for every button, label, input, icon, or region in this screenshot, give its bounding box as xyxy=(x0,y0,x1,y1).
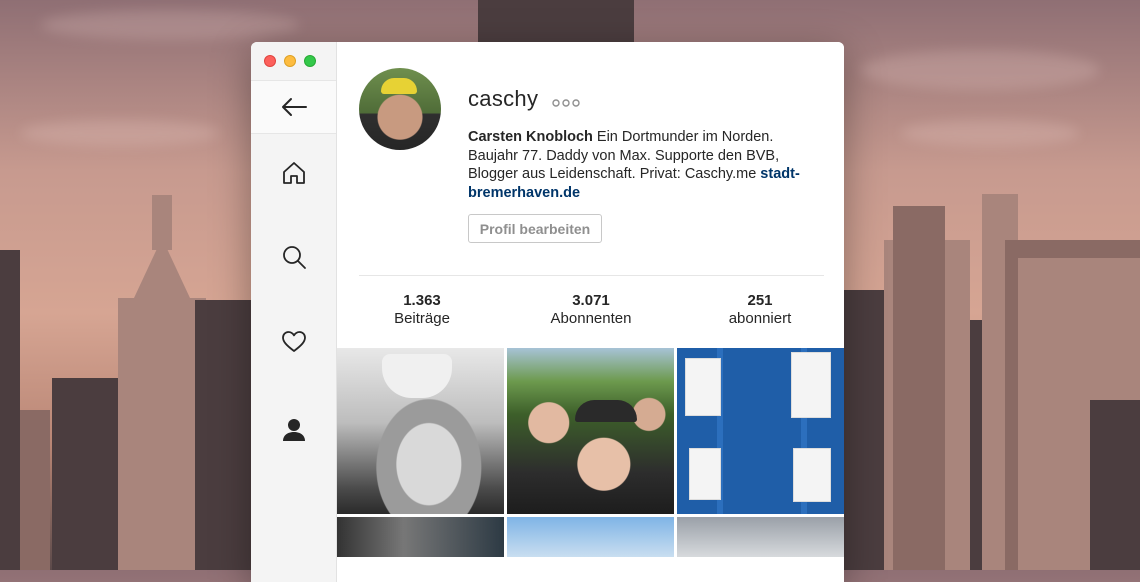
more-options-button[interactable] xyxy=(552,94,580,112)
stat-following-label: abonniert xyxy=(728,310,792,327)
stat-followers[interactable]: 3.071 Abonnenten xyxy=(516,292,666,328)
photo-detail xyxy=(382,354,452,398)
profile-bio: Carsten Knobloch Ein Dortmunder im Norde… xyxy=(468,128,813,202)
nav-activity[interactable] xyxy=(251,330,336,354)
stat-posts-number: 1.363 xyxy=(403,292,441,309)
photo-detail xyxy=(793,448,831,502)
photo-tile[interactable] xyxy=(337,517,504,557)
profile-stats: 1.363 Beiträge 3.071 Abonnenten 251 abon… xyxy=(337,292,844,337)
stat-posts-label: Beiträge xyxy=(394,310,450,327)
edit-profile-button[interactable]: Profil bearbeiten xyxy=(468,214,602,243)
photo-detail xyxy=(685,358,721,416)
profile-full-name: Carsten Knobloch xyxy=(468,129,593,145)
stat-posts[interactable]: 1.363 Beiträge xyxy=(347,292,497,328)
nav-search[interactable] xyxy=(251,244,336,270)
window-controls xyxy=(264,55,316,67)
stat-following[interactable]: 251 abonniert xyxy=(685,292,835,328)
stat-followers-label: Abonnenten xyxy=(550,310,632,327)
sidebar xyxy=(251,42,337,582)
photo-tile[interactable] xyxy=(677,348,844,514)
avatar[interactable] xyxy=(359,68,441,150)
avatar-cap xyxy=(381,78,417,94)
arrow-left-icon xyxy=(281,98,307,116)
stat-followers-number: 3.071 xyxy=(572,292,610,309)
photo-detail xyxy=(575,400,637,422)
photo-detail xyxy=(791,352,831,418)
photo-tile[interactable] xyxy=(507,517,674,557)
stat-following-number: 251 xyxy=(747,292,773,309)
nav-home[interactable] xyxy=(251,160,336,186)
profile-content: caschy Carsten Knobloch Ein Dortmunder i… xyxy=(337,42,844,582)
photo-tile[interactable] xyxy=(337,348,504,514)
minimize-button[interactable] xyxy=(284,55,296,67)
close-button[interactable] xyxy=(264,55,276,67)
home-icon xyxy=(282,162,305,184)
search-icon xyxy=(282,246,306,269)
person-icon xyxy=(282,419,305,441)
nav-profile[interactable] xyxy=(251,417,336,443)
heart-icon xyxy=(281,331,306,352)
back-button[interactable] xyxy=(251,80,336,134)
divider xyxy=(359,275,824,276)
photo-tile[interactable] xyxy=(677,517,844,557)
photo-tile[interactable] xyxy=(507,348,674,514)
app-window: caschy Carsten Knobloch Ein Dortmunder i… xyxy=(251,42,844,582)
profile-username: caschy xyxy=(468,86,539,111)
ellipsis-icon xyxy=(552,99,580,107)
zoom-button[interactable] xyxy=(304,55,316,67)
photo-detail xyxy=(689,448,721,500)
